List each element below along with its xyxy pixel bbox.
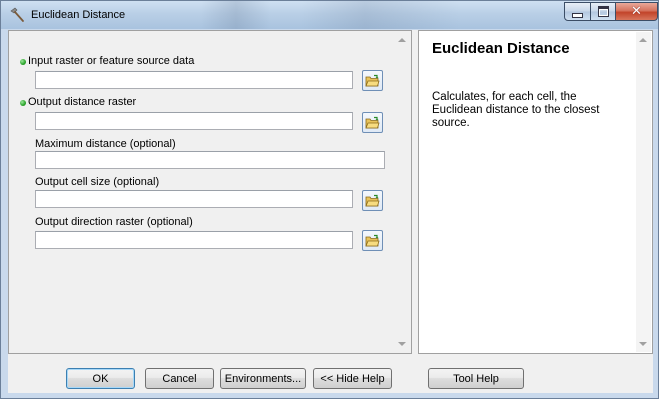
title-bar-glass xyxy=(301,1,461,29)
open-folder-icon xyxy=(365,194,380,206)
cancel-button[interactable]: Cancel xyxy=(145,368,214,389)
title-bar[interactable]: Euclidean Distance ✕ xyxy=(1,1,658,29)
help-description: Calculates, for each cell, the Euclidean… xyxy=(432,91,600,129)
browse-cell-size-button[interactable] xyxy=(362,190,383,211)
maximize-icon xyxy=(597,6,609,17)
output-direction-raster-field[interactable] xyxy=(35,231,353,249)
help-panel: Euclidean Distance Calculates, for each … xyxy=(418,30,653,354)
open-folder-icon xyxy=(365,234,380,246)
window-title: Euclidean Distance xyxy=(31,9,126,21)
scroll-up-icon[interactable] xyxy=(639,38,647,42)
output-distance-raster-field[interactable] xyxy=(35,112,353,130)
param-label-input-raster: Input raster or feature source data xyxy=(28,55,195,67)
close-button[interactable]: ✕ xyxy=(615,2,658,21)
parameters-scrollbar[interactable] xyxy=(395,32,410,352)
minimize-button[interactable] xyxy=(564,2,591,21)
required-bullet-icon xyxy=(20,100,26,106)
ok-button[interactable]: OK xyxy=(66,368,135,389)
dialog-client-area: Input raster or feature source data Outp… xyxy=(8,30,653,393)
scroll-up-icon[interactable] xyxy=(398,38,406,42)
parameters-panel: Input raster or feature source data Outp… xyxy=(8,30,412,354)
dialog-window: Euclidean Distance ✕ Input raster or fea… xyxy=(0,0,659,399)
hammer-icon xyxy=(10,7,24,22)
minimize-icon xyxy=(572,12,583,18)
open-folder-icon xyxy=(365,116,380,128)
param-label-maximum-distance: Maximum distance (optional) xyxy=(35,138,176,150)
scroll-down-icon[interactable] xyxy=(398,342,406,346)
browse-output-distance-button[interactable] xyxy=(362,112,383,133)
tool-help-button[interactable]: Tool Help xyxy=(428,368,524,389)
param-label-output-cell-size: Output cell size (optional) xyxy=(35,176,160,188)
required-bullet-icon xyxy=(20,59,26,65)
input-raster-field[interactable] xyxy=(35,71,353,89)
output-cell-size-field[interactable] xyxy=(35,190,353,208)
browse-direction-raster-button[interactable] xyxy=(362,230,383,251)
close-icon: ✕ xyxy=(631,4,642,19)
help-scrollbar[interactable] xyxy=(636,32,651,352)
help-title: Euclidean Distance xyxy=(432,40,570,57)
environments-button[interactable]: Environments... xyxy=(220,368,306,389)
browse-input-raster-button[interactable] xyxy=(362,70,383,91)
maximum-distance-field[interactable] xyxy=(35,151,385,169)
maximize-button[interactable] xyxy=(590,2,616,21)
param-label-output-distance-raster: Output distance raster xyxy=(28,96,137,108)
title-bar-glass xyxy=(201,1,271,29)
hide-help-button[interactable]: << Hide Help xyxy=(313,368,392,389)
param-label-output-direction-raster: Output direction raster (optional) xyxy=(35,216,193,228)
open-folder-icon xyxy=(365,74,380,86)
scroll-down-icon[interactable] xyxy=(639,342,647,346)
